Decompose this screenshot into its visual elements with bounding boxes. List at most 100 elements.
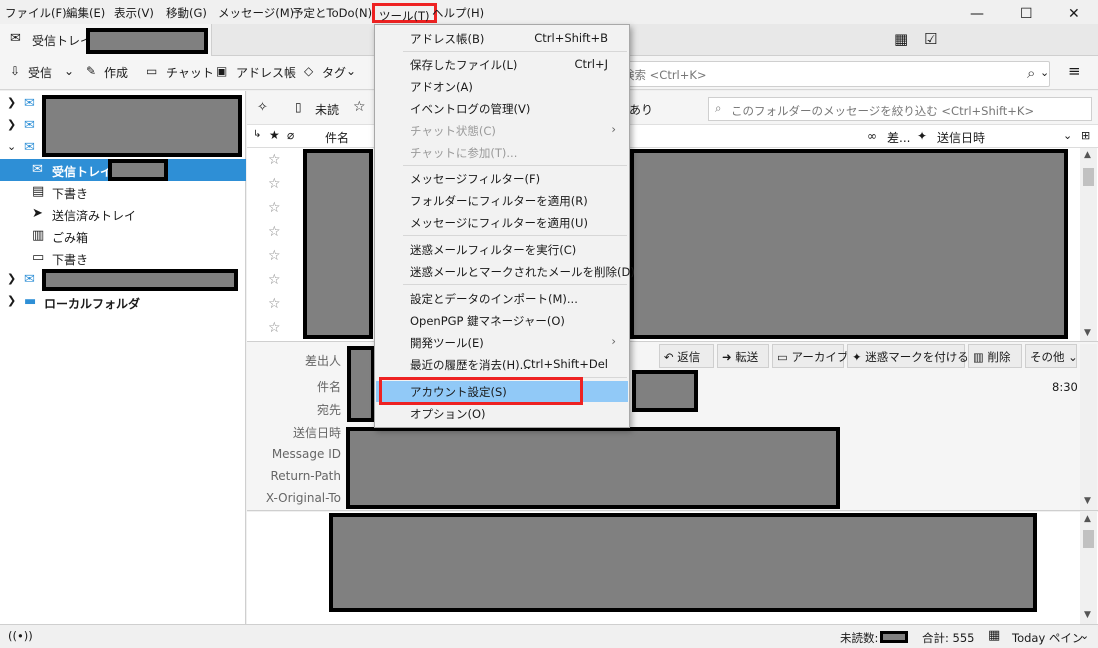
star-icon[interactable]: ☆ xyxy=(268,200,281,216)
forward-button[interactable]: ➜ 転送 xyxy=(717,344,769,368)
global-search-field[interactable]: 検索 <Ctrl+K> ⌕ xyxy=(612,61,1050,87)
star-icon[interactable]: ☆ xyxy=(268,296,281,312)
star-icon[interactable]: ☆ xyxy=(268,176,281,192)
star-column-icon[interactable]: ★ xyxy=(269,128,280,142)
menu-item-clear-history[interactable]: 最近の履歴を消去(H)... Ctrl+Shift+Del xyxy=(376,354,628,375)
online-status-icon[interactable]: ((•)) xyxy=(8,629,33,643)
menu-item-saved-files[interactable]: 保存したファイル(L) Ctrl+J xyxy=(376,54,628,75)
header-to-label: 宛先 xyxy=(316,403,341,417)
subject-column-header[interactable]: 件名 xyxy=(325,129,349,146)
chevron-right-icon[interactable]: ❯ xyxy=(7,294,16,307)
sidebar-item-inbox[interactable]: ✉ 受信トレイ xyxy=(0,159,246,181)
star-icon[interactable]: ☆ xyxy=(268,272,281,288)
header-scrollbar[interactable]: ▼ xyxy=(1080,344,1097,510)
scroll-down-icon[interactable]: ▼ xyxy=(1084,496,1091,506)
scroll-up-icon[interactable]: ▲ xyxy=(1084,150,1091,160)
scroll-thumb[interactable] xyxy=(1083,168,1094,186)
sender-column-header[interactable]: 差... xyxy=(887,129,910,146)
menu-view[interactable]: 表示(V) xyxy=(114,5,154,21)
account-folder-4[interactable]: ❯ ✉ xyxy=(0,269,246,291)
app-menu-icon[interactable]: ≡ xyxy=(1068,62,1081,80)
star-icon[interactable]: ☆ xyxy=(353,99,366,115)
chevron-down-icon[interactable]: ⌄ xyxy=(7,140,16,153)
menu-item-openpgp-key-manager[interactable]: OpenPGP 鍵マネージャー(O) xyxy=(376,310,628,331)
pin-icon[interactable]: ✧ xyxy=(257,100,268,115)
get-mail-icon[interactable]: ⇩ xyxy=(10,64,20,78)
date-column-header[interactable]: 送信日時 xyxy=(937,129,985,146)
menu-item-import[interactable]: 設定とデータのインポート(M)... xyxy=(376,288,628,309)
calendar-icon[interactable]: ▦ xyxy=(894,30,908,48)
menu-item-options[interactable]: オプション(O) xyxy=(376,403,628,424)
quick-filter-input[interactable]: ⌕ このフォルダーのメッセージを絞り込む <Ctrl+Shift+K> xyxy=(708,97,1092,121)
menu-item-message-filters[interactable]: メッセージフィルター(F) xyxy=(376,168,628,189)
write-button[interactable]: 作成 xyxy=(104,64,128,81)
delete-button[interactable]: ▥ 削除 xyxy=(968,344,1022,368)
menu-file[interactable]: ファイル(F) xyxy=(5,5,67,21)
thread-icon[interactable]: ∞ xyxy=(867,129,877,143)
search-dropdown-icon[interactable]: ⌄ xyxy=(1040,66,1049,79)
tasks-icon[interactable]: ☑ xyxy=(924,30,937,48)
sidebar-item-trash[interactable]: ▥ ごみ箱 xyxy=(0,225,246,247)
scroll-thumb[interactable] xyxy=(1083,530,1094,548)
star-icon[interactable]: ☆ xyxy=(268,320,281,336)
chevron-right-icon[interactable]: ❯ xyxy=(7,272,16,285)
menu-help[interactable]: ヘルプ(H) xyxy=(432,5,484,21)
menu-edit[interactable]: 編集(E) xyxy=(66,5,105,21)
thread-column-icon[interactable]: ↳ xyxy=(253,129,261,140)
menu-message[interactable]: メッセージ(M) xyxy=(218,5,294,21)
attachment-filter-button[interactable]: あり xyxy=(629,101,653,118)
chevron-right-icon: › xyxy=(611,334,616,348)
tab-inbox[interactable]: ✉ 受信トレイ xyxy=(0,24,212,56)
menu-item-address-book[interactable]: アドレス帳(B) Ctrl+Shift+B xyxy=(376,28,628,49)
body-scrollbar[interactable]: ▲ ▼ xyxy=(1080,512,1097,624)
junk-column-icon[interactable]: ✦ xyxy=(917,129,927,143)
redaction xyxy=(108,159,168,181)
archive-icon: ▭ xyxy=(777,350,792,364)
scroll-down-icon[interactable]: ▼ xyxy=(1084,610,1091,620)
thread-scrollbar[interactable]: ▲ ▼ xyxy=(1080,148,1097,341)
reply-button[interactable]: ↶ 返信 xyxy=(659,344,714,368)
more-button[interactable]: その他 ⌄ xyxy=(1025,344,1078,368)
menu-tools[interactable]: ツール(T) xyxy=(372,3,437,23)
column-picker-icon[interactable]: ⊞ xyxy=(1081,129,1090,142)
get-mail-button[interactable]: 受信 xyxy=(28,64,52,81)
menu-item-developer-tools[interactable]: 開発ツール(E) › xyxy=(376,332,628,353)
menu-item-addons[interactable]: アドオン(A) xyxy=(376,76,628,97)
menu-item-run-junk-controls[interactable]: 迷惑メールフィルターを実行(C) xyxy=(376,239,628,260)
chevron-right-icon[interactable]: ❯ xyxy=(7,118,16,131)
folder-icon: ▭ xyxy=(32,250,45,265)
get-mail-dropdown-icon[interactable]: ⌄ xyxy=(64,64,74,78)
sidebar-item-drafts-2[interactable]: ▭ 下書き xyxy=(0,247,246,269)
scroll-down-icon[interactable]: ▼ xyxy=(1084,328,1091,338)
maximize-button[interactable]: ☐ xyxy=(1020,6,1033,22)
junk-button[interactable]: ✦ 迷惑マークを付ける xyxy=(847,344,969,368)
chevron-right-icon[interactable]: ❯ xyxy=(7,96,16,109)
star-icon[interactable]: ☆ xyxy=(268,224,281,240)
star-icon[interactable]: ☆ xyxy=(268,152,281,168)
attachment-column-icon[interactable]: ⌀ xyxy=(287,128,294,142)
redaction xyxy=(42,95,242,157)
menu-item-run-filters-folder[interactable]: フォルダーにフィルターを適用(R) xyxy=(376,190,628,211)
archive-button[interactable]: ▭ アーカイブ xyxy=(772,344,848,368)
menu-go[interactable]: 移動(G) xyxy=(166,5,207,21)
address-book-button[interactable]: アドレス帳 xyxy=(236,64,296,81)
menu-item-delete-junk[interactable]: 迷惑メールとマークされたメールを削除(D) xyxy=(376,261,635,282)
tag-button[interactable]: タグ xyxy=(322,64,346,81)
unread-filter-button[interactable]: 未読 xyxy=(315,101,339,118)
close-button[interactable]: ✕ xyxy=(1068,6,1080,22)
today-pane-toggle[interactable]: Today ペイン xyxy=(1012,630,1083,646)
menu-events-tasks[interactable]: 予定とToDo(N) xyxy=(292,5,372,21)
chevron-down-icon[interactable]: ⌄ xyxy=(1080,629,1089,642)
sidebar-item-sent[interactable]: ➤ 送信済みトレイ xyxy=(0,203,246,225)
search-icon[interactable]: ⌕ xyxy=(1027,64,1035,82)
minimize-button[interactable]: — xyxy=(970,6,984,22)
menu-item-run-filters-message[interactable]: メッセージにフィルターを適用(U) xyxy=(376,212,628,233)
sidebar-item-local-folders[interactable]: ❯ ▬ ローカルフォルダ xyxy=(0,291,246,313)
star-icon[interactable]: ☆ xyxy=(268,248,281,264)
sidebar-item-drafts[interactable]: ▤ 下書き xyxy=(0,181,246,203)
menu-item-activity-manager[interactable]: イベントログの管理(V) xyxy=(376,98,628,119)
scroll-up-icon[interactable]: ▲ xyxy=(1084,514,1091,524)
tag-dropdown-icon[interactable]: ⌄ xyxy=(346,64,356,78)
sort-chevron-icon[interactable]: ⌄ xyxy=(1063,129,1072,142)
chat-button[interactable]: チャット xyxy=(166,64,214,81)
